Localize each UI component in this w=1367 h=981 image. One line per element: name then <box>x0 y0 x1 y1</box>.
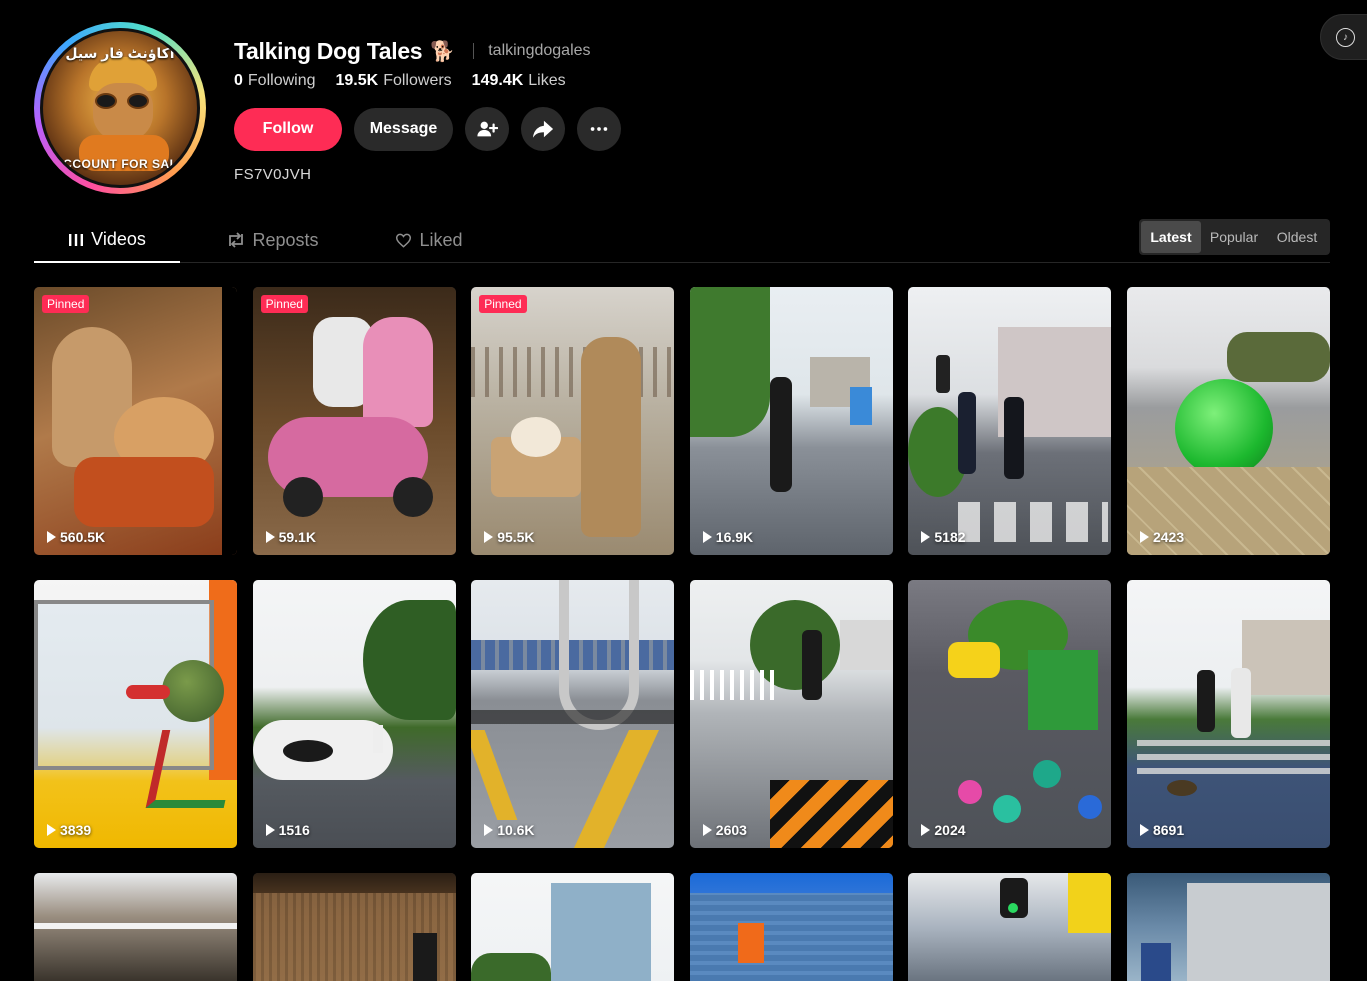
video-views: 95.5K <box>484 529 535 545</box>
message-button[interactable]: Message <box>354 107 453 151</box>
followers-label: Followers <box>383 72 452 89</box>
sort-oldest[interactable]: Oldest <box>1267 221 1327 253</box>
title-separator <box>473 43 475 59</box>
more-options-button[interactable] <box>577 107 621 151</box>
video-card[interactable] <box>252 873 456 981</box>
play-icon <box>702 531 712 543</box>
profile-avatar: اکاؤنٹ فار سیل ACCOUNT FOR SALE <box>34 22 206 194</box>
video-card[interactable]: 1516 <box>252 580 456 848</box>
pinned-badge: Pinned <box>260 295 308 313</box>
play-icon <box>1139 531 1149 543</box>
video-card[interactable] <box>1126 873 1330 981</box>
profile-actions: Follow Message <box>234 107 621 151</box>
tab-reposts[interactable]: Reposts <box>198 218 348 262</box>
play-icon <box>484 531 494 543</box>
follow-button[interactable]: Follow <box>234 107 342 151</box>
video-grid: Pinned 560.5K Pinned 59.1K Pinned 95.5K … <box>34 287 1330 981</box>
profile-title: Talking Dog Tales <box>234 37 423 64</box>
video-card[interactable] <box>34 873 237 981</box>
video-card[interactable]: 16.9K <box>689 287 893 555</box>
following-label: Following <box>247 72 316 89</box>
video-views: 2024 <box>921 822 966 838</box>
avatar-image: اکاؤنٹ فار سیل ACCOUNT FOR SALE <box>40 28 200 188</box>
video-views: 560.5K <box>47 529 105 545</box>
video-views: 2423 <box>1139 529 1184 545</box>
video-views: 8691 <box>1139 822 1184 838</box>
video-card[interactable]: 2024 <box>908 580 1112 848</box>
play-icon <box>921 824 931 836</box>
video-card[interactable]: Pinned 59.1K <box>252 287 456 555</box>
tiktok-logo-icon: ♪ <box>1336 27 1355 47</box>
play-icon <box>265 824 275 836</box>
video-views: 10.6K <box>484 822 535 838</box>
play-icon <box>921 531 931 543</box>
video-views: 59.1K <box>265 529 316 545</box>
profile-bio: FS7V0JVH <box>234 166 312 183</box>
add-friend-button[interactable] <box>465 107 509 151</box>
play-icon <box>265 531 275 543</box>
pinned-badge: Pinned <box>479 295 527 313</box>
tab-liked-label: Liked <box>419 229 463 250</box>
following-count: 0 <box>234 72 243 89</box>
avatar-dog-face <box>93 83 153 141</box>
play-icon <box>47 531 56 543</box>
video-card[interactable]: 2603 <box>689 580 893 848</box>
video-views: 2603 <box>702 822 747 838</box>
video-views: 16.9K <box>702 529 753 545</box>
tiktok-corner-button[interactable]: ♪ <box>1320 14 1367 60</box>
video-card[interactable] <box>689 873 893 981</box>
dog-emoji: 🐕 <box>430 40 456 63</box>
video-views: 5182 <box>921 529 966 545</box>
video-card[interactable] <box>908 873 1112 981</box>
avatar-text-bottom: ACCOUNT FOR SALE <box>54 157 186 171</box>
more-icon <box>590 127 608 131</box>
likes-label: Likes <box>528 72 566 89</box>
video-views: 1516 <box>265 822 310 838</box>
tab-reposts-label: Reposts <box>252 229 319 250</box>
grid-icon <box>69 233 84 246</box>
share-icon <box>532 120 554 138</box>
likes-count: 149.4K <box>471 72 524 89</box>
play-icon <box>1139 824 1149 836</box>
play-icon <box>702 824 712 836</box>
followers-stat[interactable]: 19.5K Followers <box>336 72 452 90</box>
profile-handle: talkingdogales <box>488 42 591 59</box>
following-stat[interactable]: 0 Following <box>234 72 316 90</box>
profile-stats: 0 Following 19.5K Followers 149.4K Likes <box>234 72 566 90</box>
video-card[interactable]: 3839 <box>34 580 237 848</box>
profile-tabs: Videos Reposts Liked <box>34 218 1330 263</box>
profile-title-row: Talking Dog Tales 🐕 talkingdogales <box>234 36 591 66</box>
video-card[interactable]: 8691 <box>1126 580 1330 848</box>
video-card[interactable]: 10.6K <box>471 580 675 848</box>
avatar-dog-glasses <box>95 93 151 109</box>
video-views: 3839 <box>47 822 91 838</box>
tab-liked[interactable]: Liked <box>354 218 504 262</box>
video-card[interactable] <box>471 873 675 981</box>
followers-count: 19.5K <box>335 72 379 89</box>
sort-popular[interactable]: Popular <box>1201 221 1267 253</box>
sort-selector: Latest Popular Oldest <box>1139 219 1330 255</box>
video-card[interactable]: Pinned 95.5K <box>471 287 675 555</box>
play-icon <box>47 824 56 836</box>
sort-latest[interactable]: Latest <box>1141 221 1201 253</box>
add-friend-icon <box>477 121 498 137</box>
video-card[interactable]: Pinned 560.5K <box>34 287 237 555</box>
avatar-text-top: اکاؤنٹ فار سیل <box>65 45 175 61</box>
share-button[interactable] <box>521 107 565 151</box>
pinned-badge: Pinned <box>42 295 90 313</box>
likes-stat: 149.4K Likes <box>472 72 566 90</box>
video-card[interactable]: 2423 <box>1126 287 1330 555</box>
video-card[interactable]: 5182 <box>908 287 1112 555</box>
repost-icon <box>229 232 244 248</box>
play-icon <box>484 824 494 836</box>
tab-videos-label: Videos <box>91 229 146 249</box>
heart-icon <box>396 233 412 248</box>
tab-videos[interactable]: Videos <box>34 218 180 263</box>
